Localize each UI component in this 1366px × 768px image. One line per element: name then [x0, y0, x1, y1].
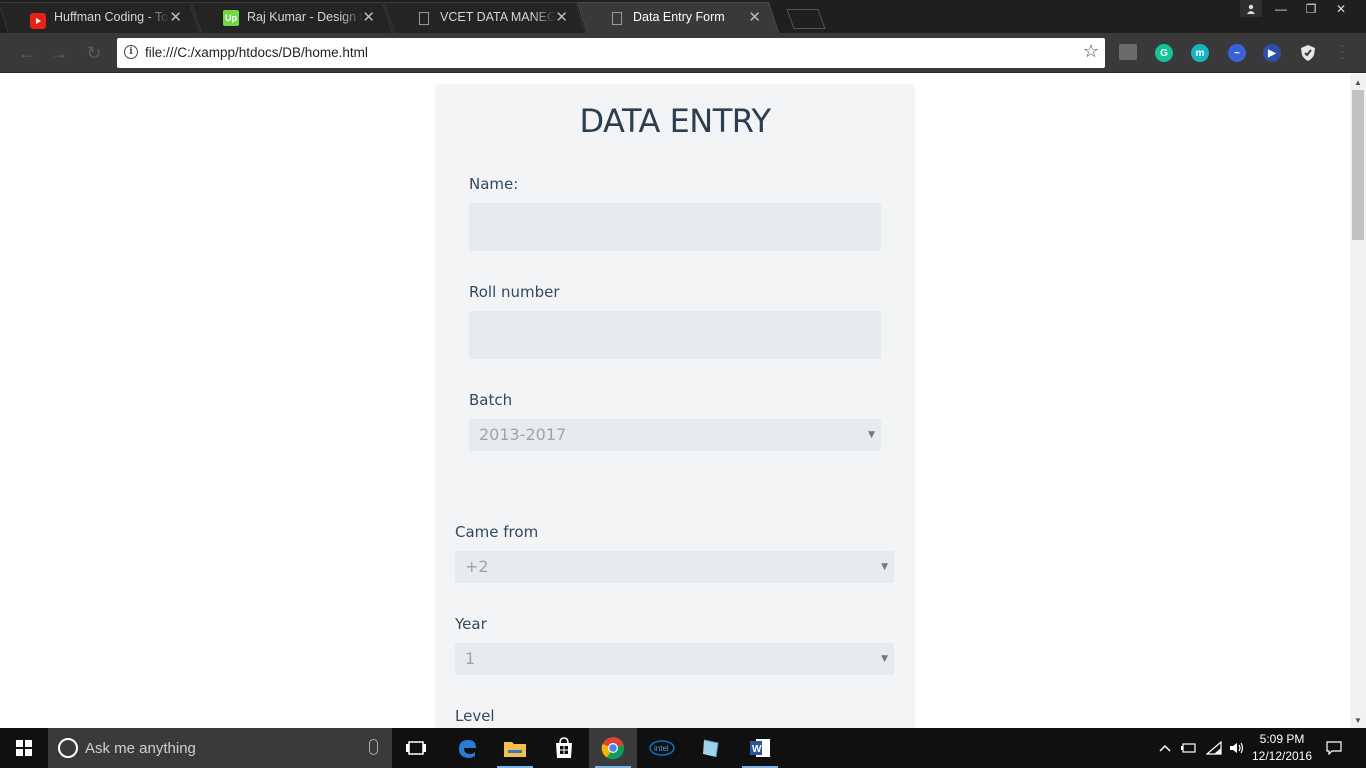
- task-view-icon[interactable]: [392, 728, 440, 768]
- info-icon[interactable]: i: [124, 45, 138, 59]
- name-input[interactable]: [469, 203, 881, 251]
- chevron-down-icon: ▼: [868, 430, 875, 440]
- vertical-scrollbar[interactable]: ▲ ▼: [1350, 74, 1366, 728]
- search-placeholder: Ask me anything: [85, 740, 196, 757]
- cortana-search-box[interactable]: Ask me anything: [48, 728, 392, 768]
- profile-icon[interactable]: [1240, 0, 1262, 17]
- notifications-icon[interactable]: [1322, 728, 1346, 768]
- scrollbar-thumb[interactable]: [1352, 90, 1364, 240]
- year-label: Year: [455, 615, 487, 633]
- close-tab-icon[interactable]: ✕: [748, 8, 761, 26]
- close-tab-icon[interactable]: ✕: [169, 8, 182, 26]
- year-select[interactable]: 1 ▼: [455, 643, 894, 675]
- roll-number-label: Roll number: [469, 283, 560, 301]
- cast-icon[interactable]: [1119, 44, 1137, 60]
- came-from-select[interactable]: +2 ▼: [455, 551, 894, 583]
- intel-icon[interactable]: intel: [638, 728, 686, 768]
- window-controls: — ❐ ✕: [1266, 0, 1356, 18]
- batch-select[interactable]: 2013-2017 ▼: [469, 419, 881, 451]
- svg-text:W: W: [752, 744, 762, 755]
- show-hidden-icons-chevron-icon[interactable]: [1155, 728, 1175, 768]
- close-tab-icon[interactable]: ✕: [362, 8, 375, 26]
- start-button[interactable]: [0, 728, 48, 768]
- clock-date: 12/12/2016: [1251, 749, 1313, 763]
- page-title: DATA ENTRY: [579, 102, 771, 140]
- back-button[interactable]: ←: [16, 43, 38, 63]
- name-label: Name:: [469, 175, 519, 193]
- batch-selected-value: 2013-2017: [479, 425, 567, 444]
- chevron-down-icon: ▼: [881, 654, 888, 664]
- wifi-icon[interactable]: [1203, 728, 1225, 768]
- tab-title: Data Entry Form: [633, 10, 725, 24]
- reload-button[interactable]: ↻: [83, 43, 105, 63]
- chevron-down-icon: ▼: [881, 562, 888, 572]
- app-icon[interactable]: [687, 728, 735, 768]
- address-bar[interactable]: i file:///C:/xampp/htdocs/DB/home.html ☆: [117, 38, 1105, 68]
- windows-logo-icon: [16, 740, 32, 756]
- tab-strip: Huffman Coding - To Ca ✕ Up Raj Kumar - …: [0, 0, 1366, 33]
- windows-taskbar: Ask me anything intel W 5:09 PM 12/12/20…: [0, 728, 1366, 768]
- forward-button[interactable]: →: [48, 43, 70, 63]
- sync-extension-icon[interactable]: ~: [1228, 44, 1246, 62]
- page-icon: [612, 12, 622, 25]
- youtube-icon: [30, 13, 46, 29]
- grammarly-icon[interactable]: G: [1155, 44, 1173, 62]
- store-icon[interactable]: [540, 728, 588, 768]
- scroll-up-arrow-icon[interactable]: ▲: [1350, 74, 1366, 90]
- scroll-down-arrow-icon[interactable]: ▼: [1350, 712, 1366, 728]
- system-clock[interactable]: 5:09 PM 12/12/2016: [1242, 731, 1322, 765]
- minimize-button[interactable]: —: [1266, 0, 1296, 18]
- bookmark-star-icon[interactable]: ☆: [1083, 41, 1099, 62]
- data-entry-card: DATA ENTRY Name: Roll number Batch 2013-…: [435, 84, 915, 728]
- word-icon[interactable]: W: [736, 728, 784, 768]
- came-from-label: Came from: [455, 523, 539, 541]
- battery-icon[interactable]: [1179, 728, 1199, 768]
- maximize-button[interactable]: ❐: [1296, 0, 1326, 18]
- tab-data-entry-form[interactable]: Data Entry Form ✕: [587, 2, 779, 33]
- edge-icon[interactable]: [443, 728, 491, 768]
- tab-huffman-coding[interactable]: Huffman Coding - To Ca ✕: [8, 2, 200, 33]
- tab-vcet-data[interactable]: VCET DATA MANEGEME ✕: [394, 2, 586, 33]
- cortana-icon: [58, 738, 78, 758]
- page-icon: [419, 12, 429, 25]
- browser-menu-icon[interactable]: · · ·: [1340, 38, 1345, 64]
- tab-title: Raj Kumar - Design to m: [247, 10, 363, 24]
- microphone-icon[interactable]: [369, 739, 378, 755]
- new-tab-button[interactable]: [786, 9, 826, 29]
- page-viewport: DATA ENTRY Name: Roll number Batch 2013-…: [0, 74, 1350, 728]
- m-extension-icon[interactable]: m: [1191, 44, 1209, 62]
- tab-title: Huffman Coding - To Ca: [54, 10, 170, 24]
- came-from-selected-value: +2: [465, 557, 489, 576]
- batch-label: Batch: [469, 391, 513, 409]
- file-explorer-icon[interactable]: [491, 728, 539, 768]
- play-extension-icon[interactable]: ▶: [1263, 44, 1281, 62]
- svg-text:intel: intel: [654, 744, 669, 753]
- close-tab-icon[interactable]: ✕: [555, 8, 568, 26]
- tab-raj-kumar[interactable]: Up Raj Kumar - Design to m ✕: [201, 2, 393, 33]
- year-selected-value: 1: [465, 649, 476, 668]
- url-text[interactable]: file:///C:/xampp/htdocs/DB/home.html: [145, 45, 368, 60]
- roll-number-input[interactable]: [469, 311, 881, 359]
- clock-time: 5:09 PM: [1259, 732, 1305, 746]
- chrome-icon[interactable]: [589, 728, 637, 768]
- upwork-icon: Up: [223, 10, 239, 26]
- level-label: Level: [455, 707, 495, 725]
- shield-extension-icon[interactable]: [1299, 44, 1317, 62]
- tab-title: VCET DATA MANEGEME: [440, 10, 556, 24]
- window-close-button[interactable]: ✕: [1326, 0, 1356, 18]
